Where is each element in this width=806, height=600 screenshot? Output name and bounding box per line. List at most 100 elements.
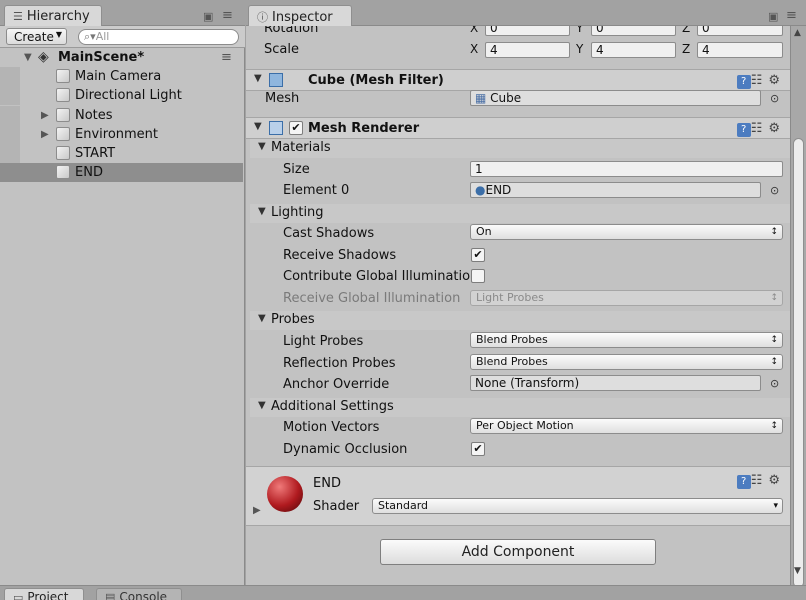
gear-icon[interactable]: ⚙ [768,473,786,488]
lock-icon[interactable]: ▣ [768,10,778,23]
lock-icon[interactable]: ▣ [203,10,213,23]
fold-open-icon[interactable]: ▼ [24,48,32,67]
scroll-up-icon[interactable]: ▲ [794,28,801,38]
fold-open-icon[interactable]: ▼ [258,141,266,152]
fold-open-icon[interactable]: ▼ [254,121,262,132]
object-picker-icon[interactable]: ⊙ [770,92,779,105]
rotation-x-axis: X [470,26,479,35]
bottom-tabbar: ▭ Project ▤ Console [0,585,806,600]
hierarchy-item[interactable]: ▶ Notes [0,106,243,125]
scene-menu-icon[interactable]: ≡ [221,48,232,67]
tab-console[interactable]: ▤ Console [96,588,182,600]
scale-y-axis: Y [576,42,584,56]
probes-foldout[interactable]: ▼ Probes [250,311,790,330]
gameobject-icon [56,127,70,141]
hierarchy-item[interactable]: ▶ Environment [0,125,243,144]
tab-hierarchy[interactable]: ☰ Hierarchy [4,5,102,26]
preset-icon[interactable]: ☷ [751,473,769,488]
scroll-down-icon[interactable]: ▼ [794,566,801,576]
materials-foldout[interactable]: ▼ Materials [250,139,790,158]
caret-icon: ▾ [773,501,778,511]
scale-x-field[interactable]: 4 [485,42,570,58]
inspector-scrollbar[interactable]: ▲ ▼ [790,26,806,588]
lighting-label: Lighting [271,205,324,220]
updown-icon: ↕ [770,227,778,237]
receive-gi-value: Light Probes [476,291,544,304]
fold-open-icon[interactable]: ▼ [254,73,262,84]
mesh-field[interactable]: ▦ Cube [470,90,761,106]
receive-shadows-checkbox[interactable]: ✔ [471,248,485,262]
preset-icon[interactable]: ☷ [751,121,769,136]
light-probes-dropdown[interactable]: Blend Probes ↕ [470,332,783,348]
contribute-gi-checkbox[interactable] [471,269,485,283]
hierarchy-item[interactable]: Directional Light [0,86,243,105]
panel-menu-icon[interactable]: ≡ [786,8,797,23]
mesh-grid-icon: ▦ [475,91,487,105]
gear-icon[interactable]: ⚙ [768,73,786,88]
scrollbar-thumb[interactable] [793,138,804,588]
dynamic-occlusion-label: Dynamic Occlusion [283,442,408,457]
search-input[interactable]: ⌕▾All [78,29,239,45]
rotation-x-field[interactable]: 0 [485,26,570,36]
scale-z-field[interactable]: 4 [697,42,783,58]
hierarchy-item-label: END [75,165,103,180]
receive-gi-label: Receive Global Illumination [283,291,461,306]
scale-label: Scale [264,42,299,57]
dynamic-occlusion-checkbox[interactable]: ✔ [471,442,485,456]
add-component-button[interactable]: Add Component [380,539,656,565]
motion-vectors-label: Motion Vectors [283,420,380,435]
mesh-renderer-header[interactable]: ▼ ✔ Mesh Renderer ? ☷⚙ [246,117,790,139]
receive-gi-dropdown: Light Probes ↕ [470,290,783,306]
component-controls: ? ☷⚙ [736,73,786,89]
scene-row[interactable]: ▼ ◈ MainScene* ≡ [0,48,243,67]
search-icon: ⌕▾ [84,30,96,43]
receive-shadows-label: Receive Shadows [283,248,397,263]
lighting-foldout[interactable]: ▼ Lighting [250,204,790,223]
create-button[interactable]: Create ▼ [6,28,67,45]
fold-closed-icon[interactable]: ▶ [253,505,261,516]
tab-inspector[interactable]: ⓘ Inspector [248,5,352,26]
help-icon[interactable]: ? [736,75,751,89]
fold-closed-icon[interactable]: ▶ [41,125,49,144]
tab-project[interactable]: ▭ Project [4,588,84,600]
motion-vectors-dropdown[interactable]: Per Object Motion ↕ [470,418,783,434]
help-icon[interactable]: ? [736,123,751,137]
cast-shadows-dropdown[interactable]: On ↕ [470,224,783,240]
gameobject-icon [56,165,70,179]
light-probes-label: Light Probes [283,334,364,349]
reflection-probes-dropdown[interactable]: Blend Probes ↕ [470,354,783,370]
hierarchy-item-label: Directional Light [75,88,182,103]
tab-console-label: Console [119,590,168,600]
fold-open-icon[interactable]: ▼ [258,313,266,324]
hierarchy-item[interactable]: Main Camera [0,67,243,86]
object-picker-icon[interactable]: ⊙ [770,377,779,390]
scale-y-field[interactable]: 4 [591,42,676,58]
shader-label: Shader [313,499,360,514]
info-icon: ⓘ [257,11,268,24]
gear-icon[interactable]: ⚙ [768,121,786,136]
mesh-renderer-enabled-checkbox[interactable]: ✔ [289,121,303,135]
rotation-y-field[interactable]: 0 [591,26,676,36]
size-field[interactable]: 1 [470,161,783,177]
hierarchy-item-selected[interactable]: END [0,163,243,182]
fold-closed-icon[interactable]: ▶ [41,106,49,125]
panel-menu-icon[interactable]: ≡ [222,8,233,23]
gameobject-icon [56,146,70,160]
rotation-label: Rotation [264,26,319,36]
row-gutter [0,86,20,105]
mesh-filter-header[interactable]: ▼ Cube (Mesh Filter) ? ☷⚙ [246,69,790,91]
element0-field[interactable]: ●END [470,182,761,198]
hierarchy-item-label: Notes [75,108,113,123]
help-icon[interactable]: ? [736,475,751,489]
rotation-z-field[interactable]: 0 [697,26,783,36]
additional-settings-foldout[interactable]: ▼ Additional Settings [250,398,790,417]
component-controls: ? ☷⚙ [736,121,786,137]
anchor-override-field[interactable]: None (Transform) [470,375,761,391]
preset-icon[interactable]: ☷ [751,73,769,88]
fold-open-icon[interactable]: ▼ [258,400,266,411]
object-picker-icon[interactable]: ⊙ [770,184,779,197]
shader-dropdown[interactable]: Standard ▾ [372,498,783,514]
fold-open-icon[interactable]: ▼ [258,206,266,217]
list-icon: ☰ [13,10,23,23]
hierarchy-item[interactable]: START [0,144,243,163]
